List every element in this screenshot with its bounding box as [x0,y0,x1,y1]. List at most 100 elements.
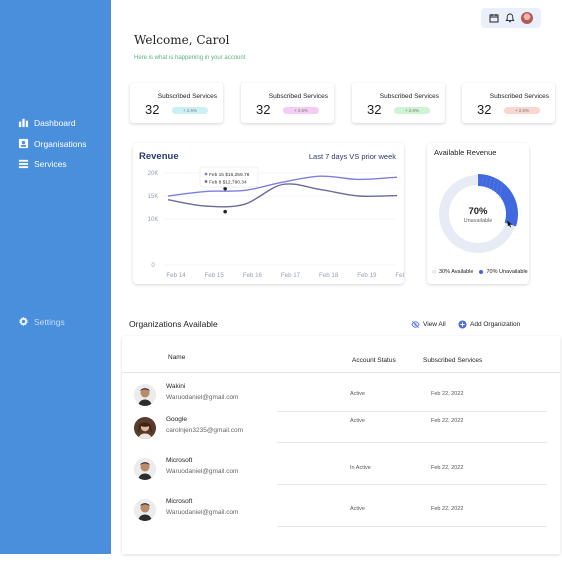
sidebar-item-settings[interactable]: Settings [18,316,65,327]
top-bar [481,8,541,28]
add-organization-button[interactable]: Add Organization [458,320,520,329]
org-email: carolnjen3235@gmail.com [166,427,244,434]
org-status: Active [350,391,365,397]
table-row[interactable]: Wakini Waruodaniel@gmail.com Active Feb … [122,376,560,412]
sidebar-item-dashboard[interactable]: Dashboard [18,117,76,128]
contact-card-icon [18,138,29,149]
x-tick-label: Feb 16 [243,272,263,279]
sidebar-item-services[interactable]: Services [18,158,67,169]
stat-value: 32 [256,102,271,117]
sidebar: Dashboard Organisations Services Setting… [0,0,111,554]
series-line-2 [167,183,398,208]
y-tick-label: 20K [148,171,159,177]
x-tick-label: Feb 19 [357,272,377,279]
eye-off-icon [411,321,420,328]
y-tick-label: 15K [148,194,159,200]
org-status: In Active [350,465,371,471]
org-date: Feb 22, 2022 [431,506,464,512]
org-email: Waruodaniel@gmail.com [166,468,239,475]
revenue-chart: 0 10K 15K 20K Feb 14 Feb 15 Feb 16 Feb 17 Feb 18… [148,166,404,279]
stat-label: Subscribed Services [379,93,439,100]
org-name: Google [166,416,187,423]
stat-badge: + 2.6% [172,107,208,114]
person-avatar-icon [134,384,156,406]
row-divider [277,526,547,527]
hover-point[interactable] [223,209,227,214]
stat-value: 32 [367,102,382,117]
bar-chart-icon [18,118,29,128]
sidebar-item-label: Organisations [34,138,87,149]
org-email: Waruodaniel@gmail.com [166,394,239,401]
gear-icon [19,316,28,327]
table-row[interactable]: Google carolnjen3235@gmail.com Active Fe… [122,412,560,448]
org-status: Active [350,418,365,424]
list-icon [18,159,29,169]
legend-label: 30% Available [439,269,474,275]
org-date: Feb 22, 2022 [431,418,464,424]
org-status: Active [350,506,365,512]
x-tick-label: Feb 14 [166,272,186,279]
sidebar-item-label: Settings [34,316,65,327]
person-avatar-icon [134,499,156,521]
donut-label: Unavailable [463,218,493,224]
stat-value: 32 [145,102,160,117]
x-tick-label: Feb 15 [205,272,225,279]
legend-label: 70% Unavailable [486,269,528,275]
stat-badge: + 2.6% [504,107,540,114]
avatar [134,417,156,439]
y-tick-label: 0 [151,263,155,269]
add-organization-label: Add Organization [470,321,521,328]
view-all-link[interactable]: View All [411,320,446,329]
person-avatar-icon [134,458,156,480]
calendar-icon[interactable] [489,13,499,23]
stat-label: Subscribed Services [268,93,328,100]
donut-legend: 30% Available 70% Unavailable [432,269,528,275]
legend-item-unavailable: 70% Unavailable [479,269,528,275]
tooltip-line: Feb 15 $16,259.78 [209,172,250,178]
org-date: Feb 22, 2022 [431,391,464,397]
person-avatar-icon [134,417,156,439]
column-header-status[interactable]: Account Status [352,357,396,364]
org-date: Feb 22, 2022 [431,465,464,471]
stat-card: Subscribed Services 32 + 2.6% [352,83,445,123]
revenue-card: Revenue Last 7 days VS prior week 0 10K 15… [133,143,404,284]
tooltip-line: Feb 8 $12,790.34 [209,180,247,186]
org-email: Waruodaniel@gmail.com [166,509,239,516]
org-name: Microsoft [166,457,193,464]
page-subtitle: Here is what is happening in your accoun… [134,55,246,61]
sidebar-item-label: Dashboard [34,117,76,128]
stat-label: Subscribed Services [489,93,549,100]
row-divider [277,484,547,485]
table-row[interactable]: Microsoft Waruodaniel@gmail.com Active F… [122,493,560,529]
x-tick-label: Feb 18 [319,272,339,279]
bell-icon[interactable] [505,13,515,23]
header-divider [122,372,560,373]
x-tick-label: Feb 17 [281,272,301,279]
sidebar-item-organisations[interactable]: Organisations [18,138,86,149]
stat-badge: + 2.6% [394,107,430,114]
donut-percent: 70% [468,206,488,217]
legend-item-available: 30% Available [432,269,473,275]
column-header-services[interactable]: Subscribed Services [423,357,482,364]
table-row[interactable]: Microsoft Waruodaniel@gmail.com In Activ… [122,452,560,488]
org-name: Microsoft [166,498,193,505]
organizations-title: Organizations Available [129,319,218,329]
stat-badge: + 2.6% [283,107,319,114]
column-header-name[interactable]: Name [168,354,185,361]
user-avatar[interactable] [521,12,533,24]
hover-point[interactable] [223,186,227,191]
organizations-table: Name Account Status Subscribed Services … [122,336,560,554]
row-divider [277,442,547,443]
stat-card: Subscribed Services 32 + 2.6% [130,83,223,123]
sidebar-item-label: Services [34,158,67,169]
stat-card: Subscribed Services 32 + 2.6% [241,83,334,123]
view-all-label: View All [423,321,446,328]
x-tick-label: Feb 20 [395,272,404,279]
plus-circle-icon [458,320,467,329]
chart-tooltip: Feb 15 $16,259.78 Feb 8 $12,790.34 [199,166,259,188]
y-tick-label: 10K [148,217,159,223]
avatar [134,458,156,480]
stat-value: 32 [477,102,492,117]
avatar [134,384,156,406]
stat-label: Subscribed Services [157,93,217,100]
